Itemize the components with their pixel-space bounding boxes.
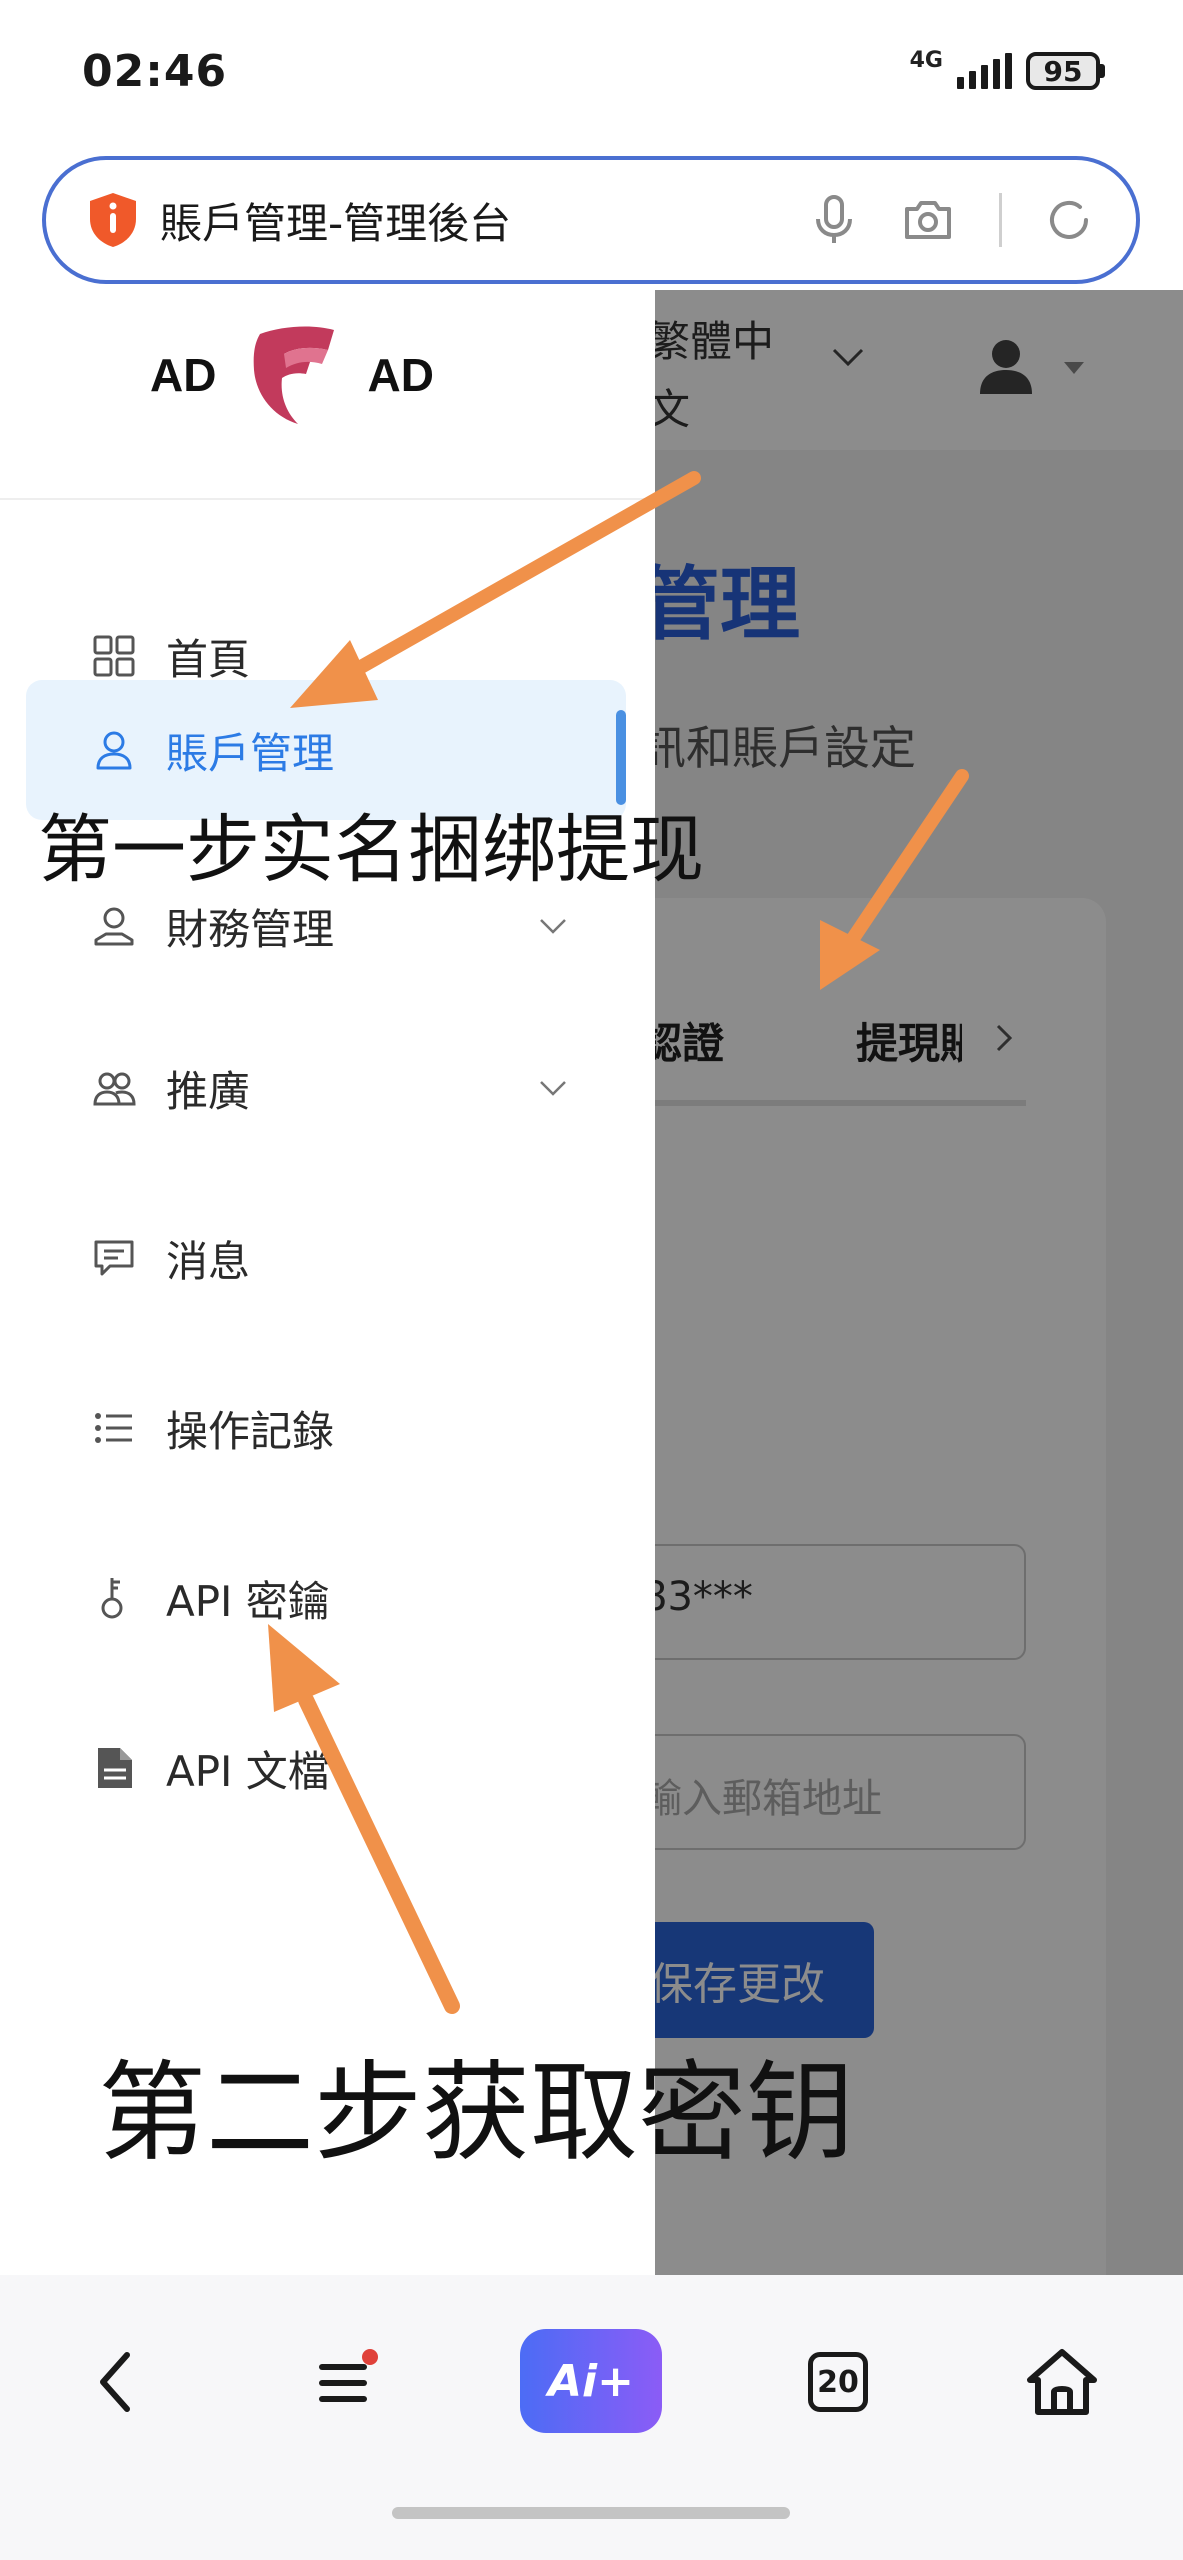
sidebar-drawer: AD AD 首頁 賬戶管理 財務管理 推廣 消息 操作記錄 API 密鑰 API… [0, 290, 655, 2275]
message-icon [94, 1240, 134, 1276]
battery-icon: 95 [1026, 52, 1105, 90]
reload-icon[interactable] [1042, 193, 1096, 247]
sidebar-item-finance[interactable]: 財務管理 [26, 856, 626, 996]
sidebar-item-label: 財務管理 [166, 904, 335, 954]
status-bar: 02:46 4G 95 [0, 0, 1183, 150]
home-icon [1027, 2349, 1097, 2415]
sidebar-item-label: API 文檔 [166, 1746, 330, 1796]
users-icon [93, 1072, 136, 1106]
dashboard-icon [93, 635, 135, 677]
logo: AD AD [150, 300, 434, 450]
back-icon [100, 2352, 130, 2412]
battery-level: 95 [1026, 52, 1100, 90]
home-indicator[interactable] [392, 2507, 790, 2519]
shield-icon [90, 193, 136, 247]
chevron-down-icon[interactable] [538, 1078, 568, 1098]
microphone-icon[interactable] [807, 193, 861, 247]
home-button[interactable] [1012, 2327, 1112, 2437]
sidebar-item-api-docs[interactable]: API 文檔 [26, 1698, 626, 1838]
menu-button[interactable] [296, 2327, 396, 2437]
sidebar-item-api-key[interactable]: API 密鑰 [26, 1528, 626, 1668]
logo-text-right: AD [367, 349, 434, 401]
key-icon [101, 1578, 123, 1619]
signal-icon [957, 53, 1012, 89]
drawer-divider [0, 498, 655, 500]
user-icon [96, 731, 132, 770]
active-indicator [616, 710, 626, 805]
brand-logo-icon [253, 326, 334, 424]
network-label: 4G [909, 48, 943, 73]
browser-bottom-nav: Ai+ 20 [0, 2275, 1183, 2560]
camera-icon[interactable] [901, 193, 955, 247]
sidebar-item-label: 消息 [166, 1236, 251, 1286]
sidebar-item-account[interactable]: 賬戶管理 [26, 680, 626, 820]
sidebar-item-label: 賬戶管理 [166, 728, 335, 778]
page-title: 賬戶管理-管理後台 [160, 198, 512, 248]
sidebar-item-label: API 密鑰 [166, 1576, 330, 1626]
tab-count-badge: 20 [808, 2352, 868, 2412]
sidebar-item-messages[interactable]: 消息 [26, 1188, 626, 1328]
ai-assistant-button[interactable]: Ai+ [520, 2329, 662, 2433]
sidebar-item-label: 推廣 [166, 1066, 251, 1116]
address-divider [999, 193, 1002, 247]
status-icons: 4G 95 [909, 48, 1105, 90]
list-icon [95, 1413, 132, 1443]
menu-icon [319, 2349, 378, 2402]
sidebar-item-label: 首頁 [166, 634, 251, 684]
document-icon [98, 1748, 132, 1788]
sidebar-item-promotion[interactable]: 推廣 [26, 1018, 626, 1158]
finance-icon [94, 907, 134, 946]
status-time: 02:46 [82, 46, 228, 97]
chevron-down-icon[interactable] [538, 916, 568, 936]
logo-text-left: AD [150, 349, 217, 401]
tabs-button[interactable]: 20 [788, 2327, 888, 2437]
address-bar[interactable]: 賬戶管理-管理後台 [42, 156, 1140, 284]
sidebar-item-operation-log[interactable]: 操作記錄 [26, 1358, 626, 1498]
sidebar-item-label: 操作記錄 [166, 1406, 335, 1456]
back-button[interactable] [66, 2327, 166, 2437]
